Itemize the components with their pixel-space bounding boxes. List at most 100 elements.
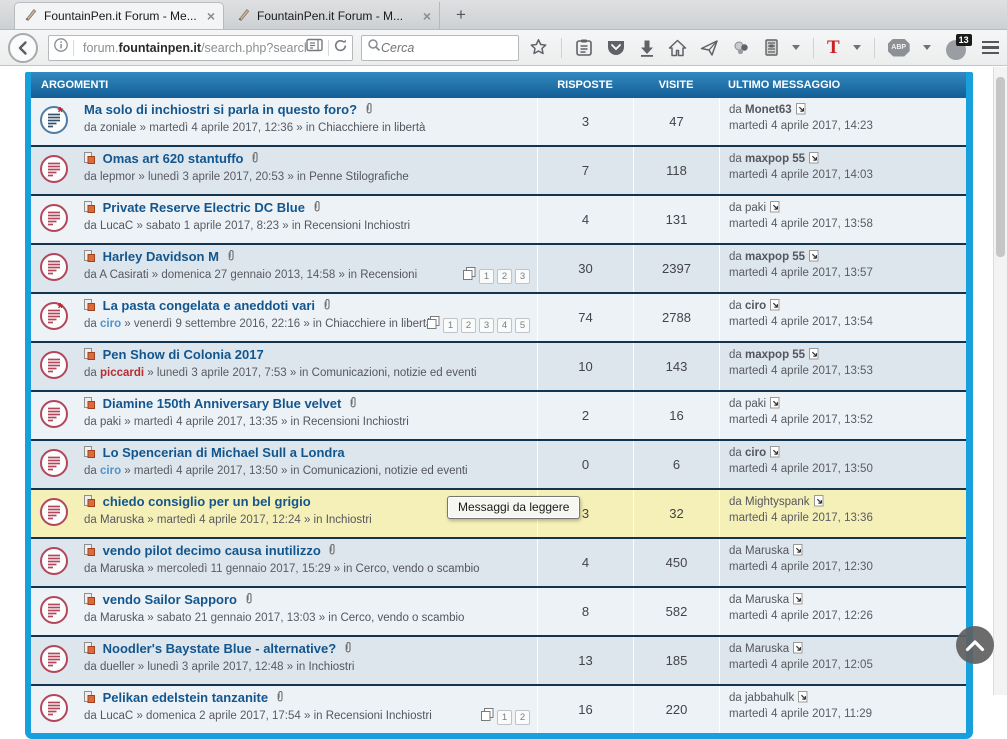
topic-forum-link[interactable]: Recensioni Inchiostri xyxy=(303,416,409,428)
search-input[interactable] xyxy=(381,41,491,55)
topic-forum-link[interactable]: Recensioni Inchiostri xyxy=(326,710,432,722)
last-post-author-link[interactable]: Maruska xyxy=(745,594,789,606)
page-number-link[interactable]: 2 xyxy=(497,269,512,284)
tab-close-icon[interactable]: × xyxy=(423,8,431,24)
goto-unread-flag-icon[interactable] xyxy=(84,544,95,559)
page-number-link[interactable]: 4 xyxy=(497,318,512,333)
topic-forum-link[interactable]: Recensioni Inchiostri xyxy=(304,220,410,232)
last-post-author-link[interactable]: jabbahulk xyxy=(745,692,794,704)
topic-title-link[interactable]: Pen Show di Colonia 2017 xyxy=(103,347,264,362)
topic-title-link[interactable]: Private Reserve Electric DC Blue xyxy=(103,200,305,215)
downloads-icon[interactable] xyxy=(639,36,655,60)
topic-author-link[interactable]: lepmor xyxy=(100,171,135,183)
page-number-link[interactable]: 3 xyxy=(515,269,530,284)
send-tab-icon[interactable] xyxy=(700,36,719,60)
goto-unread-flag-icon[interactable] xyxy=(84,299,95,314)
topic-title-link[interactable]: Omas art 620 stantuffo xyxy=(103,151,244,166)
topic-title-link[interactable]: vendo Sailor Sapporo xyxy=(103,592,237,607)
topic-forum-link[interactable]: Inchiostri xyxy=(308,661,354,673)
menu-button[interactable] xyxy=(982,41,999,55)
topic-author-link[interactable]: Maruska xyxy=(100,563,144,575)
page-number-link[interactable]: 1 xyxy=(479,269,494,284)
topic-forum-link[interactable]: Inchiostri xyxy=(326,514,372,526)
page-number-link[interactable]: 2 xyxy=(515,710,530,725)
last-post-author-link[interactable]: ciro xyxy=(745,447,766,459)
page-number-link[interactable]: 5 xyxy=(515,318,530,333)
goto-unread-flag-icon[interactable] xyxy=(84,642,95,657)
goto-unread-flag-icon[interactable] xyxy=(84,152,95,167)
topic-title-link[interactable]: Diamine 150th Anniversary Blue velvet xyxy=(103,396,342,411)
topic-title-link[interactable]: Noodler's Baystate Blue - alternative? xyxy=(103,641,337,656)
goto-unread-flag-icon[interactable] xyxy=(84,397,95,412)
new-tab-button[interactable]: + xyxy=(448,3,474,27)
goto-unread-flag-icon[interactable] xyxy=(84,348,95,363)
tracker-blocker-icon[interactable]: 13 xyxy=(944,36,968,60)
topic-title-link[interactable]: Pelikan edelstein tanzanite xyxy=(103,690,268,705)
topic-author-link[interactable]: LucaC xyxy=(100,220,133,232)
topic-title-link[interactable]: vendo pilot decimo causa inutilizzo xyxy=(103,543,321,558)
topic-author-link[interactable]: Maruska xyxy=(100,612,144,624)
last-post-author-link[interactable]: ciro xyxy=(745,300,766,312)
chevron-down-icon[interactable] xyxy=(792,45,800,50)
goto-unread-flag-icon[interactable] xyxy=(84,495,95,510)
page-number-link[interactable]: 1 xyxy=(497,710,512,725)
topic-author-link[interactable]: dueller xyxy=(100,661,135,673)
last-post-author-link[interactable]: paki xyxy=(745,202,766,214)
topic-title-link[interactable]: La pasta congelata e aneddoti vari xyxy=(103,298,315,313)
goto-last-post-icon[interactable] xyxy=(770,204,781,216)
last-post-author-link[interactable]: maxpop 55 xyxy=(745,153,805,165)
pocket-icon[interactable] xyxy=(606,36,626,60)
page-number-link[interactable]: 2 xyxy=(461,318,476,333)
topic-author-link[interactable]: ciro xyxy=(100,465,121,477)
topic-title-link[interactable]: Harley Davidson M xyxy=(103,249,219,264)
goto-unread-flag-icon[interactable] xyxy=(84,250,95,265)
url-bar[interactable]: forum.fountainpen.it/search.php?search_ xyxy=(48,35,353,61)
adblock-plus-icon[interactable]: ABP xyxy=(888,39,910,57)
reload-icon[interactable] xyxy=(333,38,348,58)
goto-last-post-icon[interactable] xyxy=(798,694,809,706)
bookmark-star-icon[interactable] xyxy=(529,36,548,60)
last-post-author-link[interactable]: maxpop 55 xyxy=(745,349,805,361)
goto-last-post-icon[interactable] xyxy=(770,449,781,461)
goto-unread-flag-icon[interactable] xyxy=(84,201,95,216)
topic-forum-link[interactable]: Comunicazioni, notizie ed eventi xyxy=(303,465,468,477)
goto-unread-flag-icon[interactable] xyxy=(84,691,95,706)
scrollbar-thumb[interactable] xyxy=(996,77,1005,257)
goto-last-post-icon[interactable] xyxy=(814,498,825,510)
goto-last-post-icon[interactable] xyxy=(809,351,820,363)
search-bar[interactable] xyxy=(361,35,519,61)
goto-last-post-icon[interactable] xyxy=(770,400,781,412)
extension-circles-icon[interactable] xyxy=(732,36,751,60)
text-addon-icon[interactable]: T xyxy=(827,36,840,60)
goto-unread-flag-icon[interactable] xyxy=(84,593,95,608)
topic-author-link[interactable]: paki xyxy=(100,416,121,428)
page-number-link[interactable]: 1 xyxy=(443,318,458,333)
topic-forum-link[interactable]: Chiacchiere in libertà xyxy=(318,122,425,134)
topic-author-link[interactable]: LucaC xyxy=(100,710,133,722)
reader-mode-icon[interactable] xyxy=(306,38,324,57)
topic-author-link[interactable]: ciro xyxy=(100,318,121,330)
goto-last-post-icon[interactable] xyxy=(793,645,804,657)
back-button[interactable] xyxy=(8,33,38,63)
archive-addon-icon[interactable] xyxy=(764,36,779,60)
last-post-author-link[interactable]: Mightyspank xyxy=(745,496,810,508)
last-post-author-link[interactable]: Maruska xyxy=(745,545,789,557)
goto-last-post-icon[interactable] xyxy=(796,106,807,118)
chevron-down-icon[interactable] xyxy=(853,45,861,50)
page-number-link[interactable]: 3 xyxy=(479,318,494,333)
topic-forum-link[interactable]: Recensioni xyxy=(360,269,417,281)
last-post-author-link[interactable]: maxpop 55 xyxy=(745,251,805,263)
goto-last-post-icon[interactable] xyxy=(793,596,804,608)
goto-last-post-icon[interactable] xyxy=(793,547,804,559)
site-info-icon[interactable] xyxy=(53,37,69,58)
topic-author-link[interactable]: zoniale xyxy=(100,122,136,134)
topic-forum-link[interactable]: Comunicazioni, notizie ed eventi xyxy=(312,367,477,379)
scroll-to-top-button[interactable] xyxy=(956,626,994,664)
last-post-author-link[interactable]: Maruska xyxy=(745,643,789,655)
home-icon[interactable] xyxy=(668,36,687,60)
topic-title-link[interactable]: chiedo consiglio per un bel grigio xyxy=(103,494,311,509)
topic-forum-link[interactable]: Cerco, vendo o scambio xyxy=(356,563,480,575)
tab-inactive[interactable]: FountainPen.it Forum - M... × xyxy=(228,2,440,29)
topic-author-link[interactable]: Maruska xyxy=(100,514,144,526)
last-post-author-link[interactable]: Monet63 xyxy=(745,104,792,116)
